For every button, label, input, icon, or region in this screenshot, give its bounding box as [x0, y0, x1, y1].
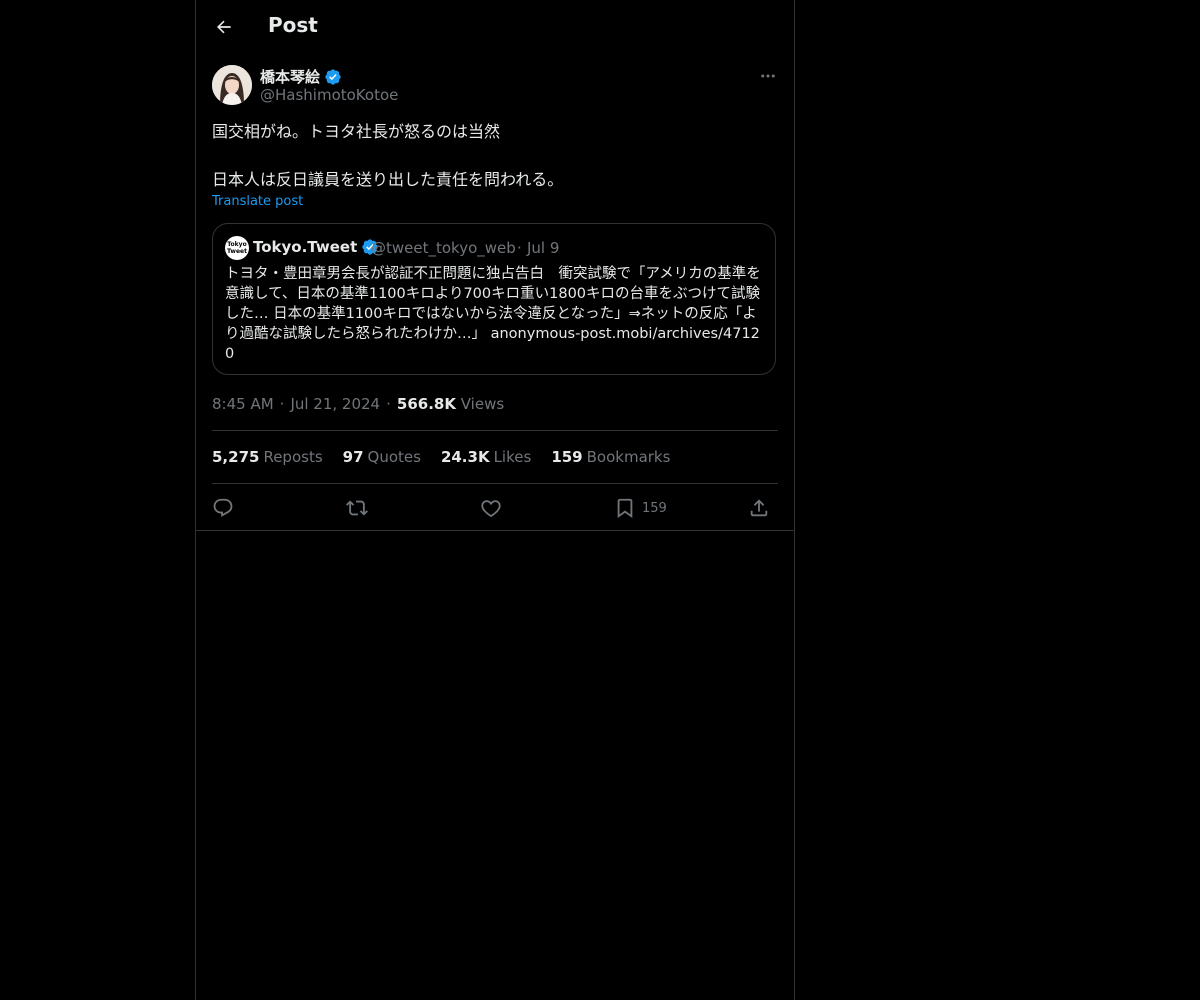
quote-separator: ·	[517, 239, 522, 257]
quoted-post[interactable]: Tokyo Tweet Tokyo.Tweet @tweet_tokyo_web…	[212, 223, 776, 375]
quote-date: Jul 9	[527, 239, 560, 257]
bookmark-count: 159	[642, 500, 667, 516]
stat-count: 97	[342, 448, 364, 466]
views: 566.8K Views	[397, 395, 504, 413]
bookmark-button[interactable]: 159	[614, 494, 667, 522]
divider	[212, 430, 778, 431]
stat-quotes[interactable]: 97 Quotes	[343, 448, 421, 466]
repost-icon	[346, 500, 368, 516]
translate-post-link[interactable]: Translate post	[212, 194, 303, 209]
author-avatar[interactable]	[212, 65, 252, 105]
divider	[212, 483, 778, 484]
back-arrow-icon	[217, 20, 231, 34]
reply-icon	[213, 498, 233, 517]
bookmark-icon	[617, 498, 633, 519]
stat-reposts[interactable]: 5,275 Reposts	[212, 448, 323, 466]
quote-avatar: Tokyo Tweet	[225, 236, 249, 260]
post-meta: 8:45 AM · Jul 21, 2024 · 566.8K Views	[212, 395, 504, 413]
more-options-button[interactable]	[758, 66, 778, 86]
meta-separator: ·	[386, 395, 391, 413]
views-count: 566.8K	[396, 395, 456, 413]
stat-label: Bookmarks	[586, 448, 671, 466]
engagement-stats: 5,275 Reposts 97 Quotes 24.3K Likes 159 Book…	[212, 448, 670, 466]
stat-count: 5,275	[212, 448, 260, 466]
stat-label: Quotes	[367, 448, 421, 466]
stat-label: Likes	[493, 448, 532, 466]
share-icon	[750, 499, 768, 517]
reply-button[interactable]	[212, 494, 234, 522]
like-button[interactable]	[480, 494, 502, 522]
primary-column: Post 橋本琴絵 @HashimotoKotoe 国交相がね。トヨタ社長が怒る…	[195, 0, 795, 1000]
verified-badge-icon	[325, 68, 341, 85]
views-label: Views	[460, 395, 505, 413]
quote-author-handle: @tweet_tokyo_web	[371, 239, 516, 257]
post-date[interactable]: Jul 21, 2024	[290, 395, 380, 413]
divider	[196, 530, 794, 531]
repost-button[interactable]	[346, 494, 368, 522]
stat-likes[interactable]: 24.3K Likes	[441, 448, 531, 466]
post-time[interactable]: 8:45 AM	[212, 395, 274, 413]
meta-separator: ·	[279, 395, 285, 413]
stat-label: Reposts	[263, 448, 323, 466]
like-icon	[481, 500, 501, 518]
post-text: 国交相がね。トヨタ社長が怒るのは当然 日本人は反日議員を送り出した責任を問われる…	[212, 122, 564, 189]
author-handle[interactable]: @HashimotoKotoe	[260, 86, 398, 104]
action-bar: 159	[212, 494, 778, 522]
stat-count: 159	[551, 448, 583, 466]
more-icon	[761, 74, 775, 78]
quote-text: トヨタ・豊田章男会長が認証不正問題に独占告白 衝突試験で「アメリカの基準を意識し…	[225, 266, 761, 362]
page-title: Post	[268, 13, 318, 37]
author-name-text: 橋本琴絵	[260, 68, 321, 86]
header: Post	[196, 0, 794, 54]
quote-author-name-text: Tokyo.Tweet	[253, 238, 358, 256]
quote-author-name: Tokyo.Tweet	[253, 238, 379, 256]
stat-count: 24.3K	[440, 448, 490, 466]
stat-bookmarks[interactable]: 159 Bookmarks	[551, 448, 670, 466]
author-name[interactable]: 橋本琴絵	[260, 66, 342, 87]
back-button[interactable]	[212, 15, 236, 39]
share-button[interactable]	[748, 494, 770, 522]
author-avatar-image	[212, 65, 252, 105]
